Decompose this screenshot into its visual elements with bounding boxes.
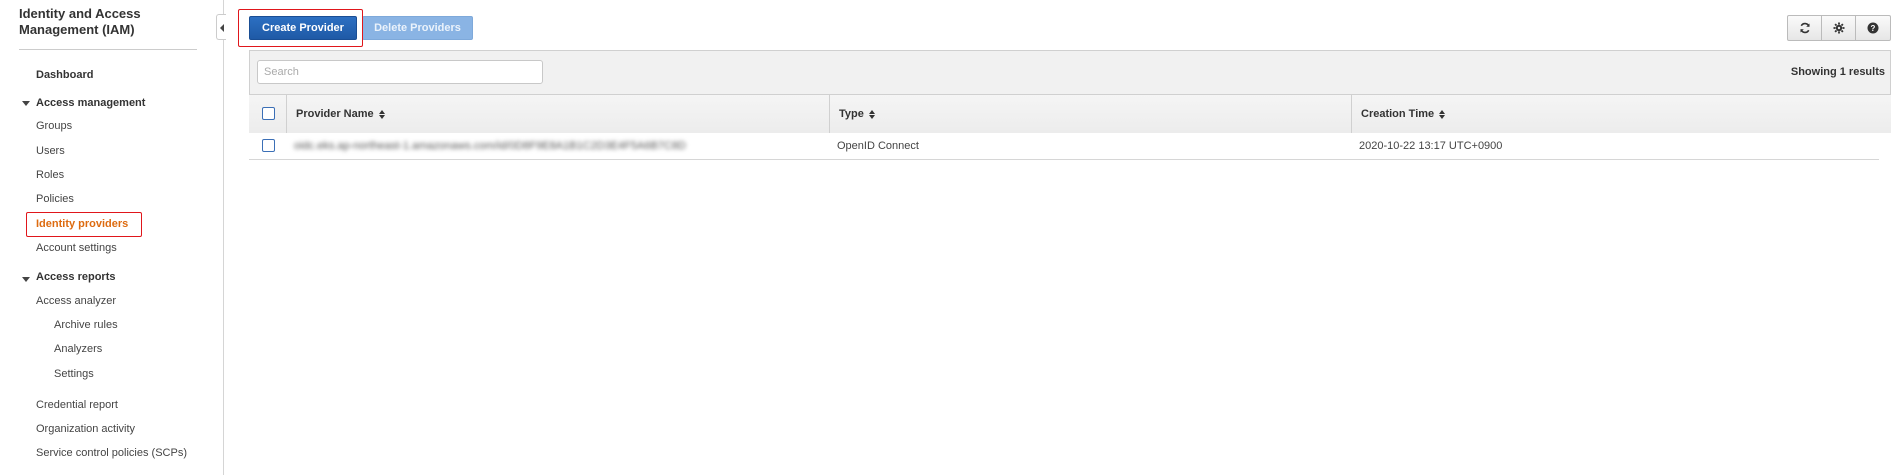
sidebar-item-access-analyzer[interactable]: Access analyzer — [36, 295, 116, 307]
delete-providers-button[interactable]: Delete Providers — [362, 16, 473, 40]
sort-icon[interactable] — [1439, 109, 1446, 119]
toolbar-icon-group: ? — [1787, 15, 1891, 41]
provider-name-cell[interactable]: oidc.eks.ap-northeast-1.amazonaws.com/id… — [294, 133, 724, 159]
column-header-label: Creation Time — [1361, 108, 1435, 120]
sidebar: Identity and Access Management (IAM) Das… — [0, 0, 224, 475]
highlight-box-identity-providers — [26, 212, 142, 237]
sidebar-section-access-reports[interactable]: Access reports — [36, 271, 116, 283]
column-header-label: Type — [839, 108, 864, 120]
sidebar-item-groups[interactable]: Groups — [36, 120, 72, 132]
search-input[interactable] — [257, 60, 543, 84]
sidebar-collapse-button[interactable] — [216, 14, 226, 40]
sidebar-item-users[interactable]: Users — [36, 145, 65, 157]
sidebar-section-access-management[interactable]: Access management — [36, 97, 145, 109]
sort-icon[interactable] — [868, 109, 875, 119]
column-header-type[interactable]: Type — [829, 95, 1351, 133]
sidebar-item-roles[interactable]: Roles — [36, 169, 64, 181]
sort-icon[interactable] — [378, 109, 385, 119]
sidebar-item-archive-rules[interactable]: Archive rules — [54, 319, 118, 331]
column-header-creation-time[interactable]: Creation Time — [1351, 95, 1891, 133]
sidebar-title: Identity and Access Management (IAM) — [19, 6, 141, 37]
sidebar-item-organization-activity[interactable]: Organization activity — [36, 423, 135, 435]
caret-down-icon[interactable] — [22, 277, 30, 282]
chevron-left-icon — [220, 24, 224, 32]
sidebar-item-settings[interactable]: Settings — [54, 368, 94, 380]
sidebar-item-dashboard[interactable]: Dashboard — [36, 69, 93, 81]
table-header: Provider Name Type Creation Time — [249, 94, 1891, 133]
sidebar-item-account-settings[interactable]: Account settings — [36, 242, 117, 254]
sidebar-item-policies[interactable]: Policies — [36, 193, 74, 205]
gear-icon[interactable] — [1822, 16, 1856, 40]
results-count: Showing 1 results — [1790, 66, 1885, 78]
svg-text:?: ? — [1871, 24, 1876, 33]
creation-time-cell: 2020-10-22 13:17 UTC+0900 — [1359, 140, 1503, 152]
sidebar-item-analyzers[interactable]: Analyzers — [54, 343, 102, 355]
refresh-icon[interactable] — [1788, 16, 1822, 40]
sidebar-item-scps[interactable]: Service control policies (SCPs) — [36, 447, 187, 459]
table-row[interactable]: oidc.eks.ap-northeast-1.amazonaws.com/id… — [249, 133, 1879, 160]
caret-down-icon[interactable] — [22, 101, 30, 106]
sidebar-divider — [19, 49, 197, 50]
column-header-provider-name[interactable]: Provider Name — [286, 95, 829, 133]
sidebar-item-credential-report[interactable]: Credential report — [36, 399, 118, 411]
create-provider-button[interactable]: Create Provider — [249, 16, 357, 40]
type-cell: OpenID Connect — [837, 140, 919, 152]
row-checkbox[interactable] — [262, 139, 275, 152]
help-icon[interactable]: ? — [1856, 16, 1890, 40]
column-header-label: Provider Name — [296, 108, 374, 120]
select-all-checkbox[interactable] — [262, 107, 275, 120]
